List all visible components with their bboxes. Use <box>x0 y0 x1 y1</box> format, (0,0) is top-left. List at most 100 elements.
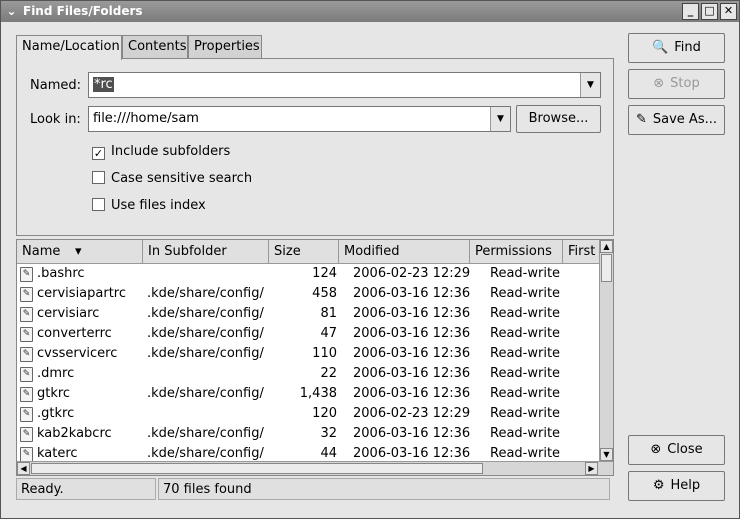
minimize-button[interactable]: _ <box>682 3 699 20</box>
help-button[interactable]: ⚙ Help <box>628 471 725 501</box>
close-button[interactable]: ⊗ Close <box>628 435 725 465</box>
include-subfolders-row[interactable]: ✓ Include subfolders <box>92 144 230 160</box>
cell-name: gtkrc <box>37 386 71 401</box>
browse-button[interactable]: Browse... <box>516 105 601 133</box>
vertical-scroll-thumb[interactable] <box>601 254 612 282</box>
stop-icon: ⊗ <box>653 76 665 91</box>
use-index-label: Use files index <box>111 198 206 213</box>
case-sensitive-label: Case sensitive search <box>111 171 253 186</box>
close-window-button[interactable]: ✕ <box>720 3 737 20</box>
scroll-up-icon[interactable]: ▲ <box>600 240 613 253</box>
cell-subfolder: .kde/share/config/ <box>147 346 264 361</box>
title-bar: ⌄ Find Files/Folders _ □ ✕ <box>1 1 739 22</box>
use-index-checkbox[interactable] <box>92 198 105 211</box>
lookin-input[interactable]: file:///home/sam <box>93 111 199 126</box>
cell-permissions: Read-write <box>490 326 561 341</box>
tab-name-location[interactable]: Name/Location <box>16 35 122 60</box>
cell-subfolder: .kde/share/config/ <box>147 286 264 301</box>
scroll-left-icon[interactable]: ◀ <box>17 462 30 475</box>
named-combo[interactable]: *rc ▼ <box>88 72 601 98</box>
table-row[interactable]: ✎ cervisiapartrc .kde/share/config/458 2006… <box>17 284 599 304</box>
cell-permissions: Read-write <box>490 406 561 421</box>
file-icon: ✎ <box>20 427 33 442</box>
cell-name: cvsservicerc <box>37 346 118 361</box>
file-icon: ✎ <box>20 387 33 402</box>
table-row[interactable]: ✎ converterrc .kde/share/config/47 2006-03-… <box>17 324 599 344</box>
use-index-row[interactable]: Use files index <box>92 198 206 213</box>
cell-permissions: Read-write <box>490 386 561 401</box>
lookin-dropdown-arrow-icon[interactable]: ▼ <box>490 107 510 131</box>
file-icon: ✎ <box>20 327 33 342</box>
help-button-label: Help <box>670 478 701 493</box>
cell-size: 81 <box>320 306 337 321</box>
cell-subfolder: .kde/share/config/ <box>147 306 264 321</box>
case-sensitive-checkbox[interactable] <box>92 171 105 184</box>
save-as-button-label: Save As... <box>652 112 717 127</box>
close-icon: ⊗ <box>650 442 662 457</box>
include-subfolders-checkbox[interactable]: ✓ <box>92 147 105 160</box>
lookin-combo[interactable]: file:///home/sam ▼ <box>88 106 511 132</box>
table-row[interactable]: ✎ gtkrc .kde/share/config/1,438 2006-03-16 … <box>17 384 599 404</box>
horizontal-scroll-thumb[interactable] <box>31 463 483 474</box>
cell-name: .dmrc <box>37 366 75 381</box>
cell-name: cervisiarc <box>37 306 100 321</box>
cell-name: .gtkrc <box>37 406 75 421</box>
results-list[interactable]: Name ▾ In Subfolder Size Modified Permis… <box>16 239 614 476</box>
cell-modified: 2006-03-16 12:36 <box>353 306 471 321</box>
cell-size: 32 <box>320 426 337 441</box>
cell-name: kab2kabcrc <box>37 426 112 441</box>
tab-properties[interactable]: Properties <box>188 35 262 59</box>
find-button[interactable]: 🔍 Find <box>628 33 725 63</box>
scroll-down-icon[interactable]: ▼ <box>600 448 613 461</box>
horizontal-scrollbar[interactable]: ◀ ▶ <box>17 461 613 475</box>
table-row[interactable]: ✎ .bashrc 124 2006-02-23 12:29 Read-write <box>17 264 599 284</box>
table-row[interactable]: ✎ .gtkrc 120 2006-02-23 12:29 Read-write <box>17 404 599 424</box>
lookin-label: Look in: <box>30 112 81 127</box>
find-files-window: ⌄ Find Files/Folders _ □ ✕ Name/Location… <box>0 0 740 519</box>
column-name-label: Name <box>22 244 61 259</box>
cell-subfolder: .kde/share/config/ <box>147 426 264 441</box>
stop-button[interactable]: ⊗ Stop <box>628 69 725 99</box>
case-sensitive-row[interactable]: Case sensitive search <box>92 171 252 186</box>
name-location-panel: Named: *rc ▼ Look in: file:///home/sam ▼… <box>16 58 614 236</box>
cell-modified: 2006-03-16 12:36 <box>353 326 471 341</box>
column-header-name[interactable]: Name ▾ <box>17 240 143 264</box>
cell-permissions: Read-write <box>490 266 561 281</box>
named-dropdown-arrow-icon[interactable]: ▼ <box>580 73 600 97</box>
column-header-subfolder[interactable]: In Subfolder <box>143 240 269 264</box>
column-header-first[interactable]: First <box>563 240 601 264</box>
cell-modified: 2006-02-23 12:29 <box>353 406 471 421</box>
file-icon: ✎ <box>20 287 33 302</box>
chevron-down-icon[interactable]: ⌄ <box>3 3 20 20</box>
table-row[interactable]: ✎ kab2kabcrc .kde/share/config/32 2006-03-1… <box>17 424 599 444</box>
named-input[interactable]: *rc <box>93 77 114 92</box>
scroll-right-icon[interactable]: ▶ <box>585 462 598 475</box>
cell-permissions: Read-write <box>490 286 561 301</box>
cell-size: 47 <box>320 326 337 341</box>
cell-size: 22 <box>320 366 337 381</box>
column-header-modified[interactable]: Modified <box>339 240 470 264</box>
find-icon: 🔍 <box>652 40 669 55</box>
table-row[interactable]: ✎ cvsservicerc .kde/share/config/110 2006-0… <box>17 344 599 364</box>
file-icon: ✎ <box>20 447 33 462</box>
vertical-scrollbar[interactable]: ▲ ▼ <box>599 240 613 461</box>
cell-modified: 2006-03-16 12:36 <box>353 426 471 441</box>
cell-name: katerc <box>37 446 78 461</box>
cell-modified: 2006-03-16 12:36 <box>353 386 471 401</box>
save-as-button[interactable]: ✎ Save As... <box>628 105 725 135</box>
file-icon: ✎ <box>20 407 33 422</box>
status-file-count: 70 files found <box>158 478 610 500</box>
status-ready: Ready. <box>16 478 156 500</box>
cell-size: 44 <box>320 446 337 461</box>
tab-contents[interactable]: Contents <box>122 35 188 59</box>
table-row[interactable]: ✎ .dmrc 22 2006-03-16 12:36 Read-write <box>17 364 599 384</box>
table-row[interactable]: ✎ cervisiarc .kde/share/config/81 2006-03-1… <box>17 304 599 324</box>
file-icon: ✎ <box>20 267 33 282</box>
save-as-icon: ✎ <box>635 112 647 127</box>
cell-size: 124 <box>312 266 337 281</box>
help-icon: ⚙ <box>652 478 665 493</box>
cell-size: 458 <box>312 286 337 301</box>
column-header-size[interactable]: Size <box>269 240 339 264</box>
column-header-permissions[interactable]: Permissions <box>470 240 563 264</box>
maximize-button[interactable]: □ <box>701 3 718 20</box>
